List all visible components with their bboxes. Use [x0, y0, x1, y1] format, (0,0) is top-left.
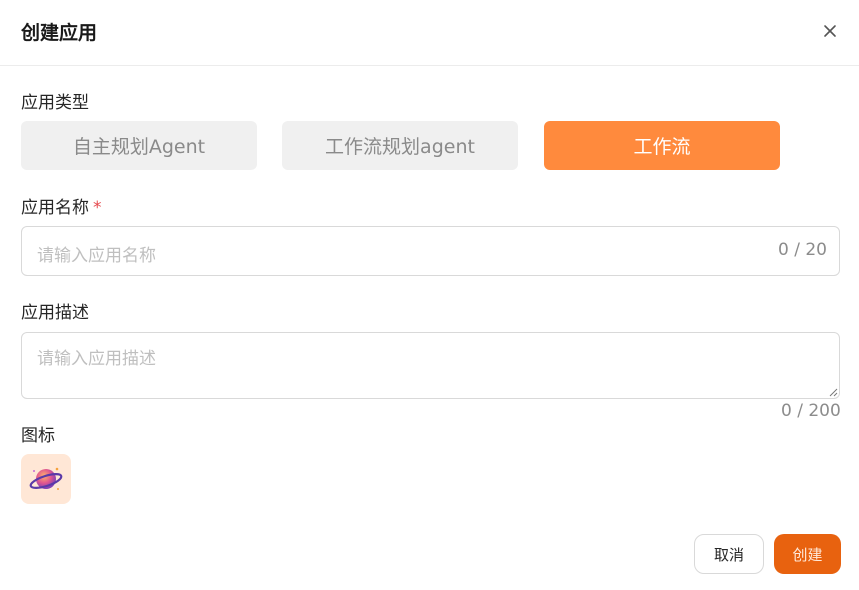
required-mark: *: [93, 198, 102, 218]
app-name-counter: 0 / 20: [778, 240, 827, 260]
dialog-header: 创建应用: [0, 0, 859, 66]
planet-icon: [29, 467, 63, 490]
type-option-workflow-agent[interactable]: 工作流规划agent: [282, 121, 518, 170]
type-option-autonomous-agent[interactable]: 自主规划Agent: [21, 121, 257, 170]
icon-field-label: 图标: [21, 426, 55, 446]
app-desc-label: 应用描述: [21, 303, 89, 323]
type-option-workflow[interactable]: 工作流: [544, 121, 780, 170]
app-type-label: 应用类型: [21, 93, 89, 113]
resize-handle-icon[interactable]: [828, 387, 838, 397]
app-name-input[interactable]: 请输入应用名称 0 / 20: [21, 226, 840, 276]
app-name-placeholder: 请输入应用名称: [37, 246, 156, 266]
close-icon[interactable]: [819, 20, 841, 42]
cancel-button[interactable]: 取消: [694, 534, 764, 574]
create-button[interactable]: 创建: [774, 534, 841, 574]
app-icon-picker[interactable]: [21, 454, 71, 504]
app-desc-counter: 0 / 200: [781, 401, 841, 421]
app-desc-textarea[interactable]: 请输入应用描述: [21, 332, 840, 399]
dialog-title: 创建应用: [21, 22, 98, 44]
app-name-label-text: 应用名称: [21, 198, 89, 218]
app-name-label: 应用名称 *: [21, 193, 102, 218]
app-desc-placeholder: 请输入应用描述: [37, 349, 156, 369]
